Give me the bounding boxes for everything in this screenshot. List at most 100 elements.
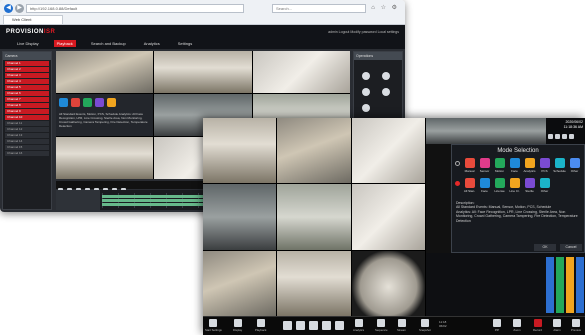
taskbar-preview[interactable]: Preview <box>571 319 581 332</box>
forward-icon[interactable]: ▶ <box>15 4 24 13</box>
taskbar-zoom[interactable]: Zoom <box>513 319 521 332</box>
mode-mini-icon <box>83 98 92 107</box>
taskbar-snapshot[interactable]: Snapshot <box>419 319 431 332</box>
fit-icon[interactable] <box>362 104 370 112</box>
play-icon[interactable] <box>283 321 292 330</box>
channel-item[interactable]: Channel 14 <box>5 139 49 144</box>
pause-icon[interactable] <box>296 321 305 330</box>
sequence-icon <box>377 319 386 327</box>
mode-row-events: Manual Sensor Motion Face Analytics PCS … <box>455 158 583 173</box>
menu-search-backup[interactable]: Search and Backup <box>88 40 129 47</box>
channel-item[interactable]: Channel 16 <box>5 151 49 156</box>
back-icon[interactable]: ◀ <box>4 4 13 13</box>
mode-sensor[interactable]: Sensor <box>477 158 492 173</box>
taskbar-playback[interactable]: Playback <box>255 319 266 332</box>
taskbar-sequence[interactable]: Sequence <box>375 319 388 332</box>
taskbar-pip[interactable]: PIP <box>493 319 501 332</box>
video-tile[interactable] <box>56 137 154 179</box>
channel-item[interactable]: Channel 15 <box>5 145 49 150</box>
mode-motion[interactable]: Motion <box>492 158 507 173</box>
browser-tab[interactable]: Web Client <box>3 15 63 24</box>
channel-item[interactable]: Channel 5 <box>5 85 49 90</box>
mode-all-standard[interactable]: All Stan. <box>462 178 477 193</box>
mode-mini-icon <box>95 98 104 107</box>
cancel-button[interactable]: Cancel <box>560 244 582 251</box>
channel-item[interactable]: Channel 9 <box>5 109 49 114</box>
menu-live-display[interactable]: Live Display <box>14 40 42 47</box>
channel-item[interactable]: Channel 4 <box>5 79 49 84</box>
record-icon[interactable] <box>382 72 390 80</box>
taskbar-clock: 11:18 06/02 <box>439 320 447 328</box>
video-tile[interactable] <box>277 250 351 316</box>
zoom-in-icon[interactable] <box>362 88 370 96</box>
fisheye-video-tile[interactable] <box>351 250 425 316</box>
mode-face-recognition[interactable]: Face <box>477 178 492 193</box>
menu-playback[interactable]: Playback <box>53 40 76 47</box>
stop-icon[interactable] <box>309 321 318 330</box>
browser-toolbar-icons[interactable]: ⌂ ☆ ⚙ <box>371 4 399 11</box>
license-plate-icon <box>494 178 505 188</box>
taskbar-display[interactable]: Display <box>233 319 242 332</box>
video-tile[interactable] <box>154 51 252 93</box>
zoom-out-icon[interactable] <box>382 88 390 96</box>
calendar[interactable] <box>56 190 100 210</box>
taskbar-alarm[interactable]: Alarm <box>553 319 561 332</box>
alarm-icon <box>562 134 567 139</box>
video-tile[interactable] <box>203 250 277 316</box>
fast-forward-icon[interactable] <box>335 321 344 330</box>
radio-analytics[interactable] <box>455 181 460 186</box>
video-tile[interactable] <box>351 184 425 250</box>
video-tile[interactable] <box>426 118 546 144</box>
mode-mini-icon <box>71 98 80 107</box>
user-links[interactable]: admin Logout Modify password Local setti… <box>328 30 399 34</box>
taskbar-stream[interactable]: Stream <box>397 319 406 332</box>
channel-item[interactable]: Channel 7 <box>5 97 49 102</box>
status-icons <box>548 134 574 139</box>
menu-settings[interactable]: Settings <box>175 40 195 47</box>
nvr-status-panel: 2020/06/02 11:18:36 AM <box>546 118 585 144</box>
taskbar-record[interactable]: Record <box>533 319 542 332</box>
channel-item[interactable]: Channel 1 <box>5 61 49 66</box>
video-tile[interactable] <box>277 184 351 250</box>
mode-license[interactable]: License <box>492 178 507 193</box>
video-tile[interactable] <box>203 118 277 184</box>
channel-item[interactable]: Channel 12 <box>5 127 49 132</box>
pip-icon <box>493 319 501 327</box>
radio-events[interactable] <box>455 161 460 166</box>
brand-logo: PROVISIONISR <box>6 29 56 35</box>
channel-item[interactable]: Channel 11 <box>5 121 49 126</box>
video-tile[interactable] <box>351 118 425 184</box>
menu-analytics[interactable]: Analytics <box>141 40 163 47</box>
search-input[interactable]: Search... <box>272 4 366 13</box>
taskbar-start[interactable]: Start Settings <box>205 319 222 332</box>
channel-item[interactable]: Channel 10 <box>5 115 49 120</box>
mode-face[interactable]: Face <box>507 158 522 173</box>
snapshot-icon[interactable] <box>362 72 370 80</box>
channel-item[interactable]: Channel 3 <box>5 73 49 78</box>
mode-other-analytics[interactable]: Other <box>537 178 552 193</box>
ok-button[interactable]: OK <box>534 244 556 251</box>
nvr-timeline-panel[interactable] <box>426 253 585 316</box>
mode-pcs[interactable]: PCS <box>537 158 552 173</box>
address-bar[interactable]: http://192.168.0.88/Default <box>26 4 244 13</box>
taskbar-analytics[interactable]: Analytics <box>353 319 364 332</box>
browser-chrome: ◀ ▶ http://192.168.0.88/Default Search..… <box>0 0 405 25</box>
video-tile[interactable] <box>277 118 351 184</box>
mode-line-crossing[interactable]: Line Cr. <box>507 178 522 193</box>
rewind-icon[interactable] <box>322 321 331 330</box>
mode-sterile[interactable]: Sterile <box>522 178 537 193</box>
channel-item[interactable]: Channel 6 <box>5 91 49 96</box>
mode-schedule[interactable]: Schedule <box>552 158 567 173</box>
analytics-icon <box>524 158 535 168</box>
channel-item[interactable]: Channel 2 <box>5 67 49 72</box>
channel-item[interactable]: Channel 8 <box>5 103 49 108</box>
video-tile[interactable] <box>203 184 277 250</box>
channel-item[interactable]: Channel 13 <box>5 133 49 138</box>
mode-other[interactable]: Other <box>567 158 582 173</box>
video-tile[interactable] <box>56 51 154 93</box>
video-tile[interactable] <box>252 51 350 93</box>
mode-manual[interactable]: Manual <box>462 158 477 173</box>
mode-mini-description: All Standard Events, Motion, PCS, Schedu… <box>59 112 148 128</box>
mode-analytics[interactable]: Analytics <box>522 158 537 173</box>
mode-mini-icon <box>59 98 68 107</box>
